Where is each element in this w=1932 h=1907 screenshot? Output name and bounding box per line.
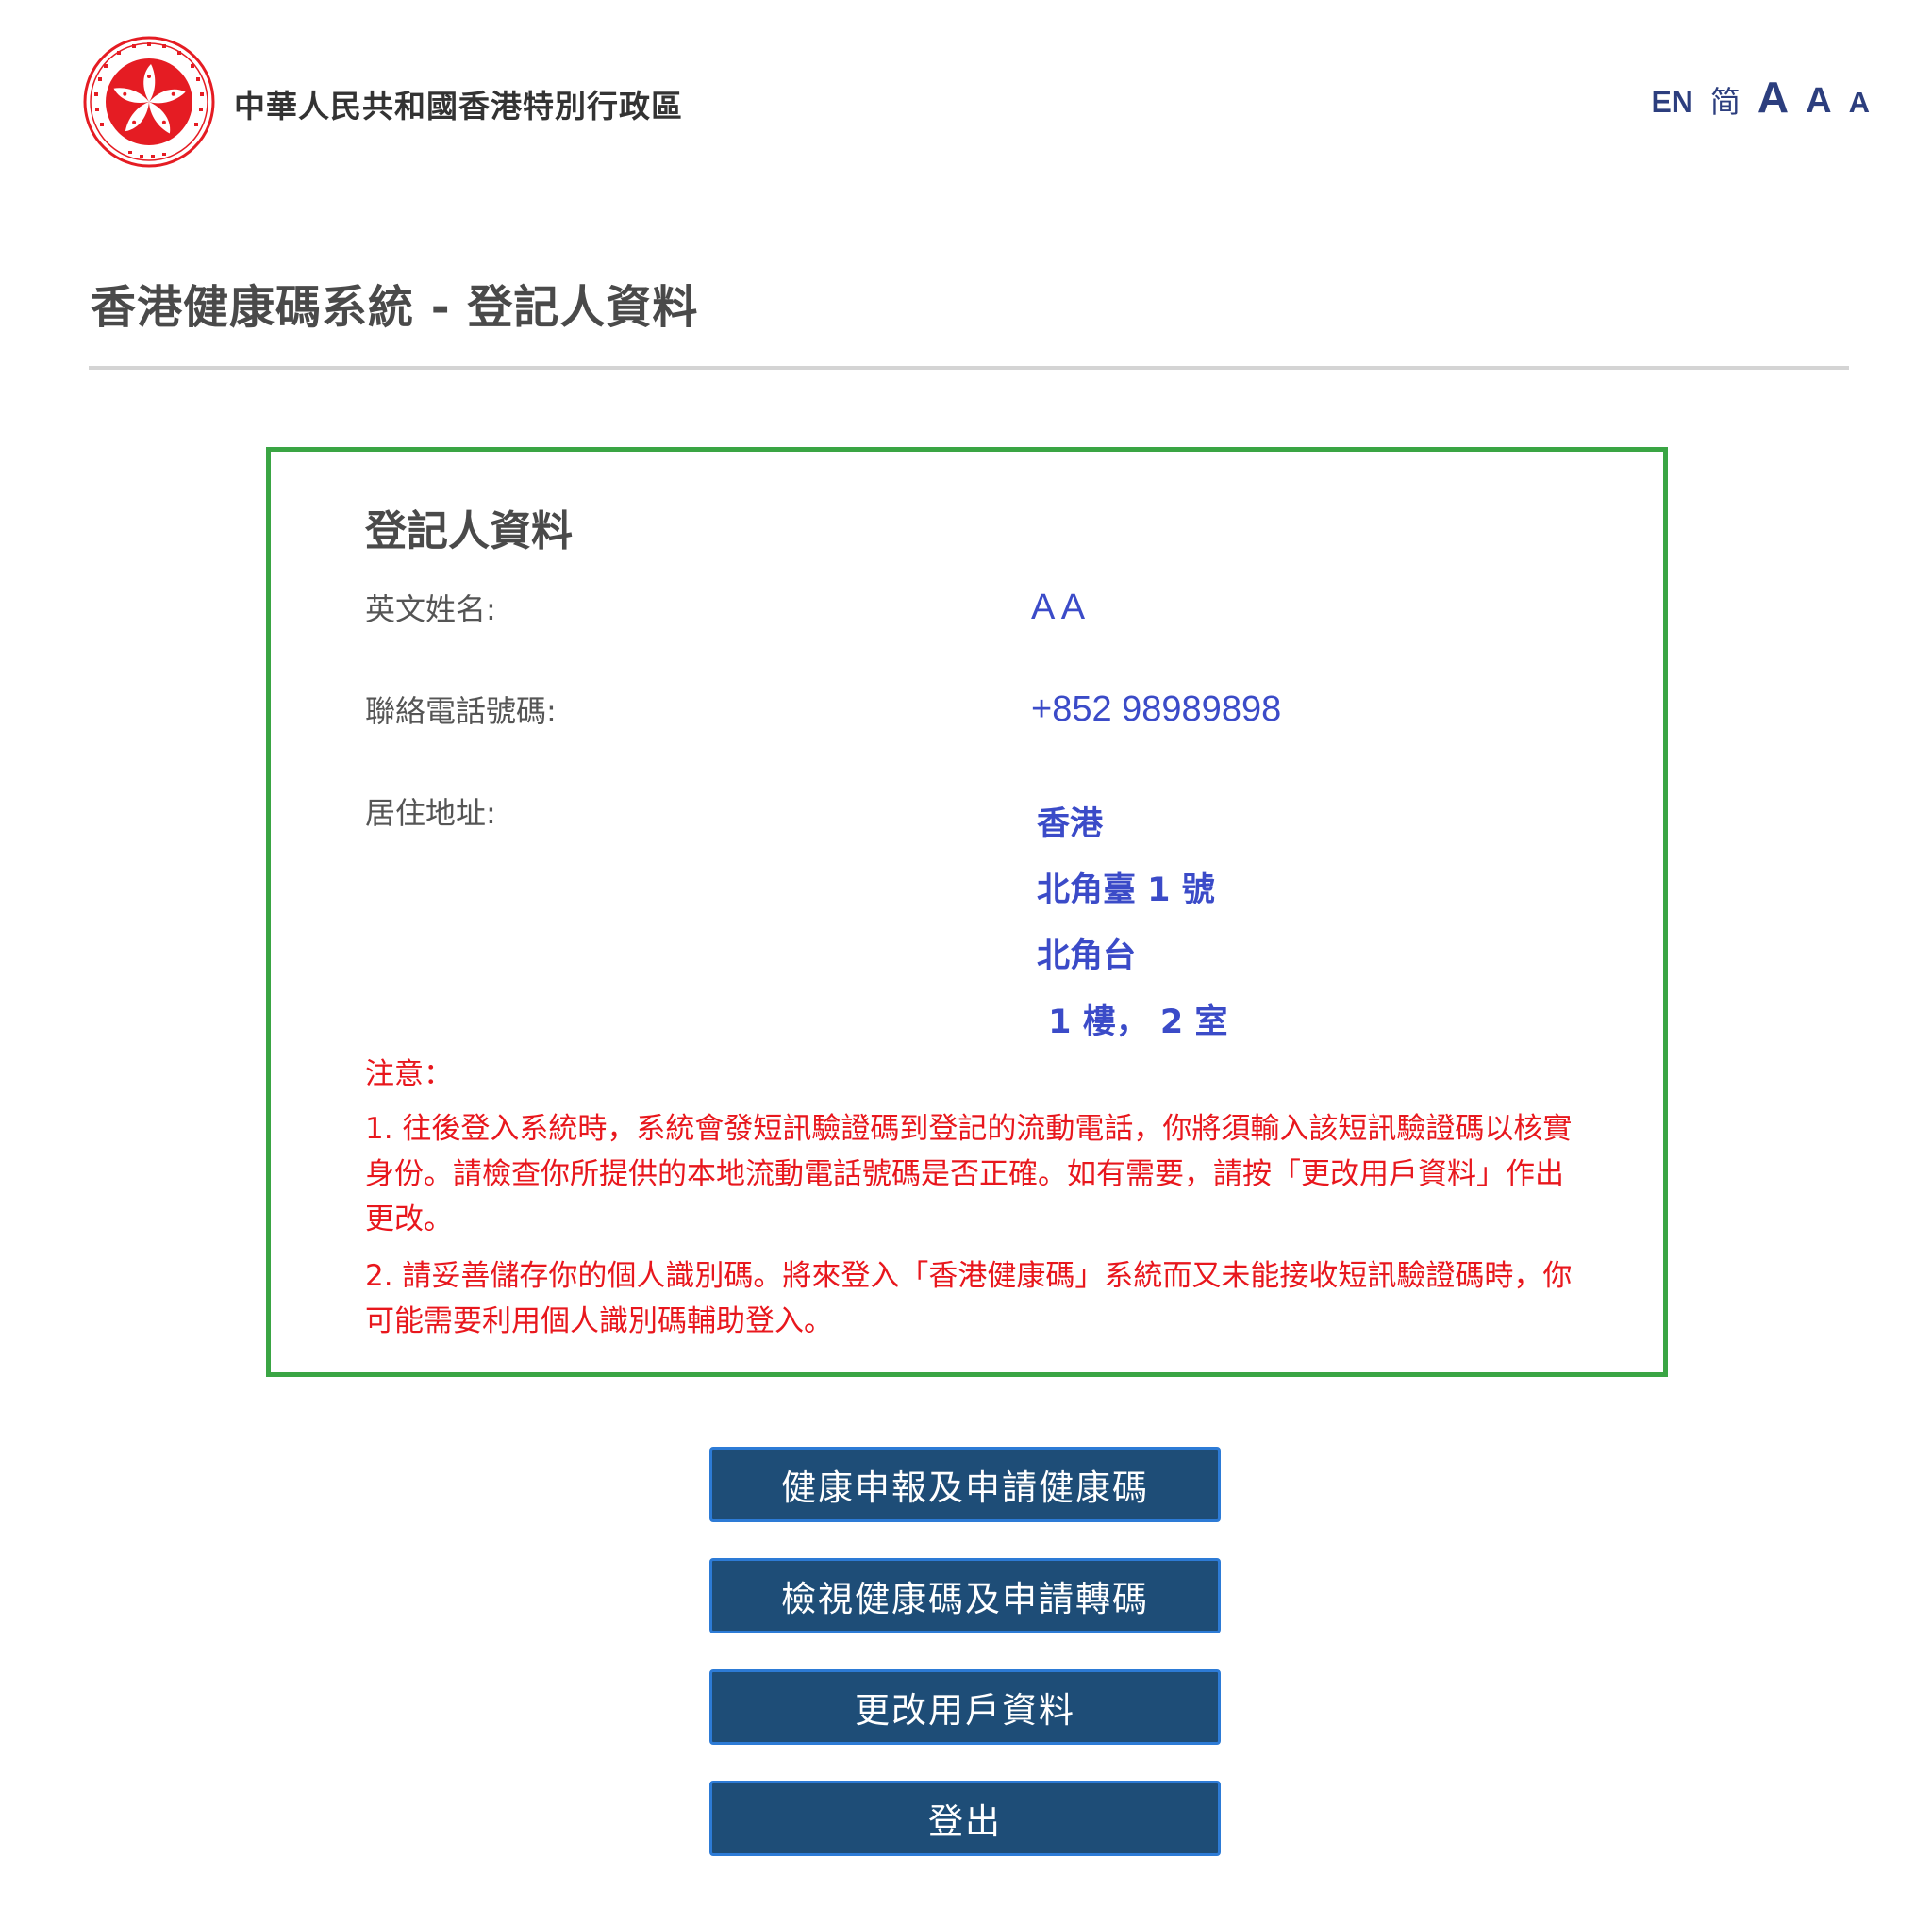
government-name: 中華人民共和國香港特別行政區: [234, 88, 683, 124]
hksar-regional-emblem-icon: [83, 36, 215, 168]
notice-item: 1. 往後登入系統時，系統會發短訊驗證碼到登記的流動電話，你將須輸入該短訊驗證碼…: [365, 1112, 1573, 1236]
address-line: 1 樓， 2 室: [1037, 1003, 1228, 1041]
edit-profile-button[interactable]: 更改用戶資料: [709, 1669, 1221, 1745]
phone-label: 聯絡電話號碼:: [365, 693, 557, 729]
address-line: 北角台: [1037, 937, 1137, 975]
english-name-label: 英文姓名:: [365, 591, 496, 627]
address-label: 居住地址:: [365, 795, 496, 831]
phone-value: +852 98989898: [1031, 689, 1282, 729]
english-language-link[interactable]: EN: [1651, 85, 1692, 120]
address-line: 北角臺 1 號: [1037, 871, 1215, 909]
section-title: 登記人資料: [365, 507, 573, 556]
page-title: 香港健康碼系統 - 登記人資料: [91, 281, 699, 334]
english-name-value: A A: [1031, 588, 1086, 627]
health-declaration-button[interactable]: 健康申報及申請健康碼: [709, 1447, 1221, 1522]
notice-item: 2. 請妥善儲存你的個人識別碼。將來登入「香港健康碼」系統而又未能接收短訊驗證碼…: [365, 1259, 1573, 1338]
notice-title: 注意：: [365, 1057, 453, 1091]
address-line: 香港: [1037, 805, 1104, 843]
font-size-medium-button[interactable]: A: [1806, 81, 1831, 122]
registrant-info-panel: 登記人資料 英文姓名: A A 聯絡電話號碼: +852 98989898 居住…: [266, 447, 1668, 1377]
font-size-small-button[interactable]: A: [1849, 86, 1870, 120]
font-size-large-button[interactable]: A: [1757, 72, 1789, 123]
simplified-chinese-link[interactable]: 简: [1710, 78, 1740, 122]
view-health-code-button[interactable]: 檢視健康碼及申請轉碼: [709, 1558, 1221, 1633]
title-divider: [89, 366, 1849, 370]
site-header: 中華人民共和國香港特別行政區 EN 简 A A A: [0, 0, 1932, 189]
language-font-toolbar: EN 简 A A A: [1651, 72, 1870, 123]
logout-button[interactable]: 登出: [709, 1781, 1221, 1856]
